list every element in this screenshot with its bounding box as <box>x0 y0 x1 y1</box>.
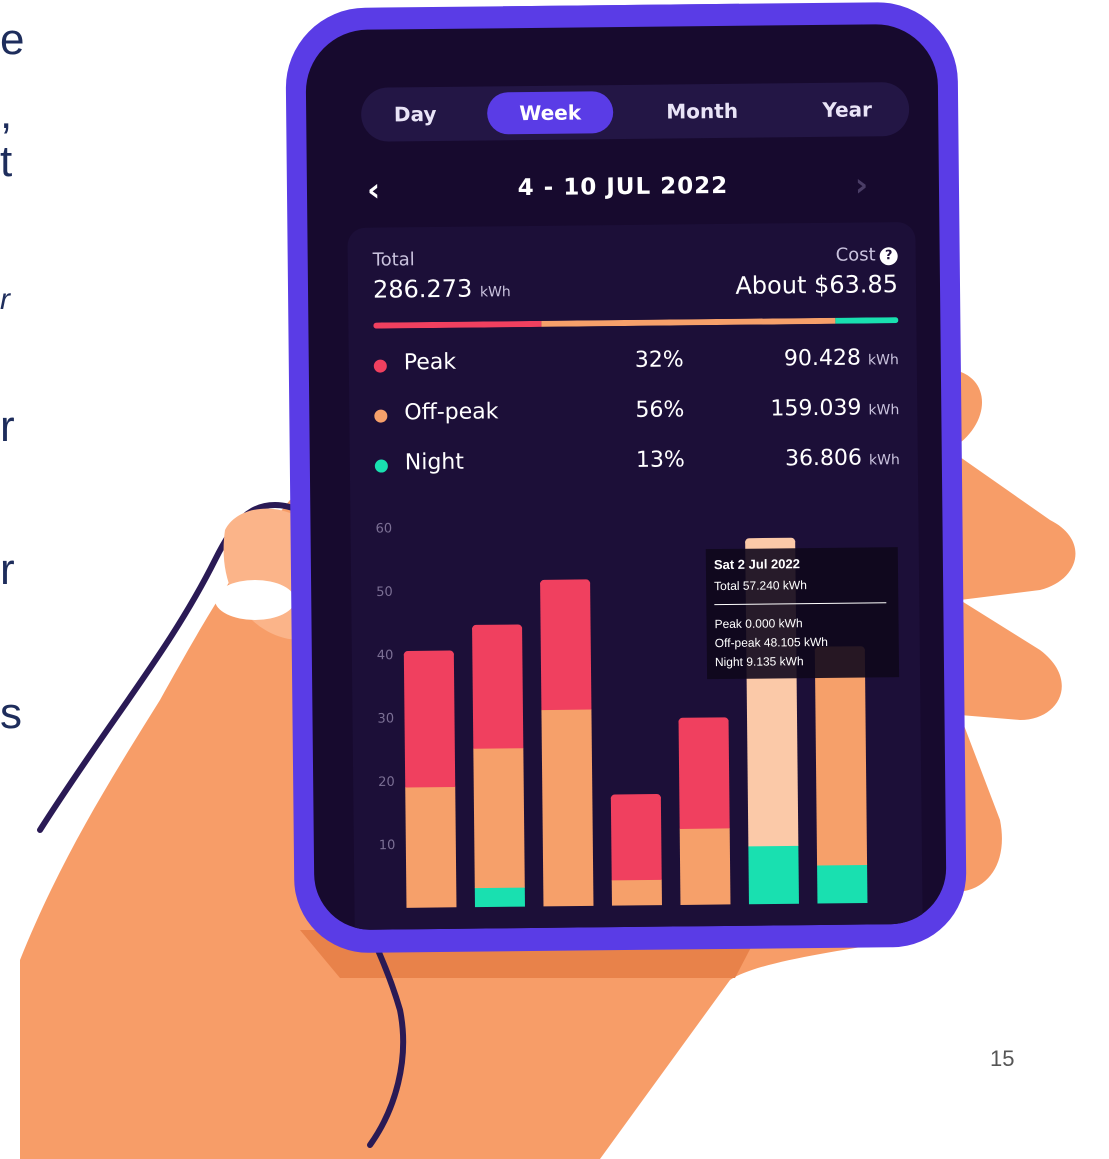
date-navigator: 4 - 10 JUL 2022 ‹ › <box>307 164 939 211</box>
chevron-right-icon[interactable]: › <box>855 164 869 204</box>
breakdown-percent: 32% <box>634 347 684 373</box>
page-number: 15 <box>990 1046 1015 1071</box>
proportion-night <box>835 317 899 324</box>
breakdown-value: 90.428 kWh <box>783 345 899 372</box>
total-unit: kWh <box>479 284 511 301</box>
slide-text-fragment: e <box>0 15 25 64</box>
offpeak-dot-icon <box>374 409 388 423</box>
bar-tooltip: Sat 2 Jul 2022 Total 57.240 kWh Peak 0.0… <box>705 547 900 680</box>
slide-text-fragment: r <box>0 545 15 594</box>
y-tick-label: 50 <box>376 585 393 600</box>
y-tick-label: 20 <box>378 775 395 790</box>
tab-day[interactable]: Day <box>367 93 463 136</box>
y-tick-label: 30 <box>377 711 394 726</box>
bar-segment-peak[interactable] <box>678 720 730 829</box>
bar-cap <box>678 717 729 726</box>
total-value: 286.273 kWh <box>372 274 511 304</box>
bar-segment-offpeak[interactable] <box>473 747 525 889</box>
cost-label: Cost <box>835 244 876 266</box>
bar-segment-night[interactable] <box>474 887 525 908</box>
cost-label-group: Cost? <box>836 244 898 266</box>
tooltip-night: Night 9.135 kWh <box>714 654 804 670</box>
tooltip-peak: Peak 0.000 kWh <box>714 616 803 632</box>
breakdown-unit: kWh <box>868 402 900 419</box>
app-screen: Day Week Month Year 4 - 10 JUL 2022 ‹ › … <box>305 23 947 931</box>
tab-week[interactable]: Week <box>486 91 614 135</box>
breakdown-row-peak: Peak 32% 90.428 kWh <box>373 345 899 380</box>
cost-value: About $63.85 <box>735 270 899 300</box>
tab-year[interactable]: Year <box>791 88 903 131</box>
tooltip-divider <box>714 602 887 606</box>
breakdown-number: 36.806 <box>784 445 863 472</box>
breakdown-row-offpeak: Off-peak 56% 159.039 kWh <box>374 395 899 430</box>
breakdown-unit: kWh <box>867 352 899 369</box>
night-dot-icon <box>374 459 388 473</box>
y-tick-label: 60 <box>375 521 392 536</box>
slide-text-fragment: t <box>0 137 13 186</box>
breakdown-percent: 56% <box>635 397 685 423</box>
bar-segment-offpeak[interactable] <box>679 827 731 905</box>
breakdown-name: Peak <box>403 349 457 376</box>
total-number: 286.273 <box>372 274 473 304</box>
bar-segment-offpeak[interactable] <box>541 709 594 907</box>
period-tabs: Day Week Month Year <box>360 82 910 142</box>
breakdown-row-night: Night 13% 36.806 kWh <box>374 445 900 480</box>
slide-text-fragment: s <box>0 689 22 738</box>
breakdown-name: Off-peak <box>404 399 499 426</box>
bar-segment-offpeak[interactable] <box>611 879 662 906</box>
tooltip-total: Total 57.240 kWh <box>714 578 807 594</box>
bar-segment-night[interactable] <box>817 864 868 904</box>
bar-cap <box>403 650 454 659</box>
proportion-peak <box>373 320 542 329</box>
breakdown-value: 159.039 kWh <box>770 395 900 422</box>
bar-segment-night[interactable] <box>748 845 799 905</box>
bar-segment-peak[interactable] <box>472 627 524 749</box>
breakdown-number: 159.039 <box>770 395 862 422</box>
bar-cap <box>610 794 661 803</box>
tab-month[interactable]: Month <box>637 90 767 133</box>
bar-segment-offpeak[interactable] <box>405 786 457 908</box>
bar-segment-peak[interactable] <box>403 653 456 788</box>
breakdown-name: Night <box>404 449 465 476</box>
proportion-bar <box>373 317 899 329</box>
tooltip-offpeak: Off-peak 48.105 kWh <box>714 634 828 651</box>
slide-text-fragment: r <box>0 283 10 316</box>
date-range: 4 - 10 JUL 2022 <box>517 172 729 202</box>
y-tick-label: 10 <box>379 838 396 853</box>
tooltip-title: Sat 2 Jul 2022 <box>713 556 800 573</box>
y-tick-label: 40 <box>377 648 394 663</box>
slide-text-fragment: r <box>0 402 15 451</box>
breakdown-value: 36.806 kWh <box>784 445 900 472</box>
chevron-left-icon[interactable]: ‹ <box>367 170 381 210</box>
question-icon[interactable]: ? <box>879 247 898 266</box>
total-label: Total <box>372 249 415 271</box>
bar-segment-peak[interactable] <box>610 796 662 881</box>
bar-cap <box>472 624 523 633</box>
bar-segment-offpeak[interactable] <box>814 649 868 866</box>
bar-segment-peak[interactable] <box>540 582 592 711</box>
breakdown-unit: kWh <box>868 452 900 469</box>
usage-card: Total 286.273 kWh Cost? About $63.85 Pea… <box>347 221 923 931</box>
slide-text-fragment: , <box>0 89 13 138</box>
phone-frame: Day Week Month Year 4 - 10 JUL 2022 ‹ › … <box>285 1 967 954</box>
breakdown-number: 90.428 <box>783 345 862 372</box>
bar-cap <box>540 579 591 588</box>
proportion-offpeak <box>541 317 836 327</box>
breakdown-percent: 13% <box>635 447 685 473</box>
peak-dot-icon <box>373 359 387 373</box>
bar-cap <box>745 537 796 547</box>
